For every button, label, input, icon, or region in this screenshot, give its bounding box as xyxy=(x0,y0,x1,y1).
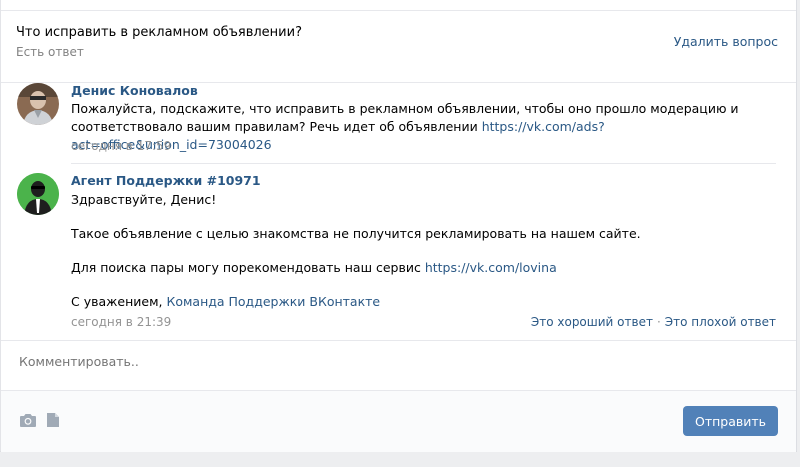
agent-paragraph-2: Для поиска пары могу порекомендовать наш… xyxy=(71,259,776,277)
comment-area xyxy=(1,340,796,390)
rating-separator: · xyxy=(656,315,661,329)
agent-paragraph-1: Такое объявление с целью знакомства не п… xyxy=(71,226,641,241)
agent-icon xyxy=(17,173,59,215)
agent-signature-prefix: С уважением, xyxy=(71,294,167,309)
agent-avatar[interactable] xyxy=(17,173,59,215)
send-button[interactable]: Отправить xyxy=(683,406,778,436)
user-avatar[interactable] xyxy=(17,83,59,125)
comment-input[interactable] xyxy=(19,354,619,369)
question-title: Что исправить в рекламном объявлении? xyxy=(16,25,302,40)
delete-question-link[interactable]: Удалить вопрос xyxy=(674,34,778,49)
document-icon[interactable] xyxy=(46,412,66,430)
agent-greeting: Здравствуйте, Денис! xyxy=(71,192,217,207)
support-ticket-page: Что исправить в рекламном объявлении? Ес… xyxy=(0,0,797,452)
user-author-name[interactable]: Денис Коновалов xyxy=(71,83,198,98)
agent-signature: С уважением, Команда Поддержки ВКонтакте xyxy=(71,293,776,311)
agent-author-name[interactable]: Агент Поддержки #10971 xyxy=(71,173,261,188)
message-divider xyxy=(71,163,776,164)
agent-paragraph-2-body: Для поиска пары могу порекомендовать наш… xyxy=(71,260,425,275)
question-header: Что исправить в рекламном объявлении? Ес… xyxy=(1,10,796,83)
user-message: Денис Коновалов Пожалуйста, подскажите, … xyxy=(1,83,796,164)
agent-message-time[interactable]: сегодня в 21:39 xyxy=(71,315,171,329)
good-answer-link[interactable]: Это хороший ответ xyxy=(531,315,653,329)
user-photo-icon xyxy=(17,83,59,125)
question-status: Есть ответ xyxy=(16,45,84,59)
user-message-body: Пожалуйста, подскажите, что исправить в … xyxy=(71,101,739,134)
support-team-link[interactable]: Команда Поддержки ВКонтакте xyxy=(166,294,380,309)
user-message-time[interactable]: сегодня в 17:59 xyxy=(71,139,171,153)
camera-icon[interactable] xyxy=(19,412,39,430)
user-message-text: Пожалуйста, подскажите, что исправить в … xyxy=(71,100,776,154)
comment-toolbar: Отправить xyxy=(1,390,796,452)
agent-message: Агент Поддержки #10971 Здравствуйте, Ден… xyxy=(1,173,796,338)
answer-rating: Это хороший ответ · Это плохой ответ xyxy=(531,315,776,329)
lovina-link[interactable]: https://vk.com/lovina xyxy=(425,260,557,275)
bad-answer-link[interactable]: Это плохой ответ xyxy=(665,315,776,329)
